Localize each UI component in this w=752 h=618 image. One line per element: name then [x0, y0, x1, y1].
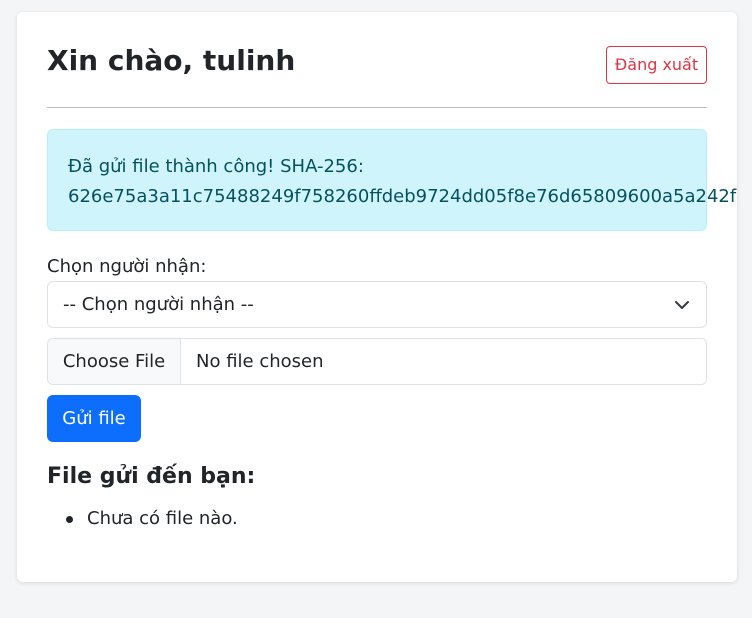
recipient-select-value: -- Chọn người nhận -- — [63, 294, 254, 315]
chevron-down-icon — [675, 301, 689, 309]
send-file-button[interactable]: Gửi file — [47, 395, 141, 442]
alert-hash: 626e75a3a11c75488249f758260ffdeb9724dd05… — [68, 186, 737, 207]
list-item-text: Chưa có file nào. — [87, 508, 238, 529]
main-card: Xin chào, tulinh Đăng xuất Đã gửi file t… — [17, 12, 737, 582]
divider — [47, 107, 707, 108]
alert-message: Đã gửi file thành công! SHA-256: — [68, 156, 364, 177]
recipient-label: Chọn người nhận: — [47, 256, 207, 277]
page-title: Xin chào, tulinh — [47, 44, 296, 77]
received-files-list: Chưa có file nào. — [47, 506, 238, 532]
file-status-text: No file chosen — [196, 351, 324, 372]
received-files-heading: File gửi đến bạn: — [47, 464, 256, 489]
recipient-select[interactable]: -- Chọn người nhận -- — [47, 281, 707, 328]
logout-button[interactable]: Đăng xuất — [606, 46, 707, 84]
choose-file-button[interactable]: Choose File — [48, 339, 181, 384]
success-alert: Đã gửi file thành công! SHA-256: 626e75a… — [47, 129, 737, 231]
bullet-icon — [66, 516, 73, 523]
list-item: Chưa có file nào. — [47, 506, 238, 532]
file-input[interactable]: Choose File No file chosen — [47, 338, 707, 385]
